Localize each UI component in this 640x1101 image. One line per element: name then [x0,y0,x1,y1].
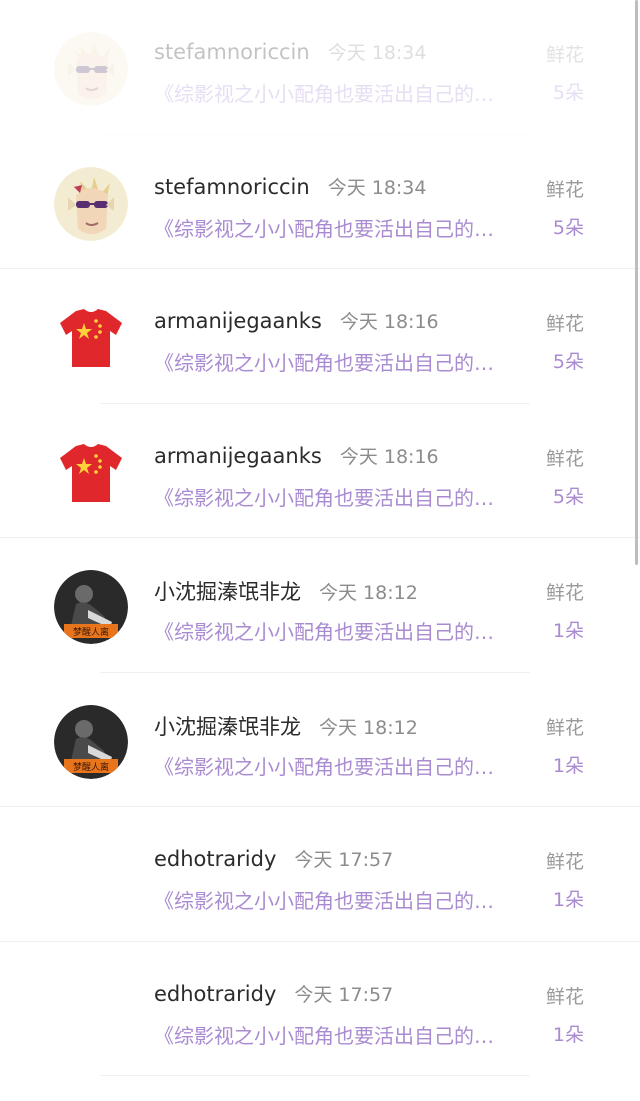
username-text: stefamnoriccin [154,40,310,64]
username: armanijegaanks 今天 18:16 [154,307,439,334]
timestamp: 今天 17:57 [294,849,394,871]
username: edhotraridy 今天 17:57 [154,980,393,1007]
gift-count: 1朵 [552,620,584,642]
red-flag-tshirt-icon[interactable] [54,301,128,375]
list-item[interactable]: edhotraridy 今天 17:57 《综影视之小小配角也要活出自己的… 鲜花… [0,942,640,1076]
username-text: armanijegaanks [154,443,322,468]
username: stefamnoriccin 今天 18:34 [154,38,426,65]
gift-count: 1朵 [552,754,584,777]
gift-count: 5朵 [552,485,584,508]
username: edhotraridy 今天 17:57 [154,845,393,872]
gift-type-label: 鲜花 [545,985,584,1008]
timestamp: 今天 18:12 [319,582,418,604]
timestamp: 今天 17:57 [294,983,394,1006]
username: stefamnoriccin 今天 18:34 [154,173,426,200]
gift-count: 5朵 [552,351,584,373]
book-title-link[interactable]: 《综影视之小小配角也要活出自己的… [154,1020,494,1049]
gift-type-label: 鲜花 [545,716,584,739]
username-text: edhotraridy [154,981,277,1006]
elf-avatar-icon[interactable] [54,32,128,106]
username-text: stefamnoriccin [154,174,310,199]
timestamp: 今天 18:16 [339,445,439,468]
book-title-link[interactable]: 《综影视之小小配角也要活出自己的… [154,616,494,645]
book-title-link[interactable]: 《综影视之小小配角也要活出自己的… [154,885,494,914]
svg-text:梦醒人离: 梦醒人离 [73,761,109,773]
gift-type-label: 鲜花 [545,447,584,470]
book-title-link[interactable]: 《综影视之小小配角也要活出自己的… [154,751,494,780]
gift-count: 5朵 [552,82,584,104]
row-divider [100,1075,530,1076]
gift-type-label: 鲜花 [545,851,584,873]
username-text: 小沈掘溱氓非龙 [154,580,301,604]
gift-count: 1朵 [552,1023,584,1046]
list-item[interactable]: 梦醒人离 小沈掘溱氓非龙 今天 18:12 《综影视之小小配角也要活出自己的… 鲜… [0,538,640,673]
elf-avatar-icon[interactable] [54,166,128,241]
svg-text:梦醒人离: 梦醒人离 [73,626,109,638]
list-item[interactable]: stefamnoriccin 今天 18:34 《综影视之小小配角也要活出自己的…… [0,135,640,269]
blank-avatar-icon[interactable] [54,839,128,913]
list-item[interactable]: armanijegaanks 今天 18:16 《综影视之小小配角也要活出自己的…… [0,404,640,538]
gift-type-label: 鲜花 [545,44,584,66]
gift-count: 1朵 [552,889,584,911]
username: armanijegaanks 今天 18:16 [154,442,439,469]
timestamp: 今天 18:34 [327,42,427,64]
username: 小沈掘溱氓非龙 今天 18:12 [154,711,418,741]
blank-avatar-icon[interactable] [54,974,128,1048]
gift-type-label: 鲜花 [545,582,584,604]
book-title-link[interactable]: 《综影视之小小配角也要活出自己的… [154,213,494,242]
book-title-link[interactable]: 《综影视之小小配角也要活出自己的… [154,78,494,107]
book-title-link[interactable]: 《综影视之小小配角也要活出自己的… [154,347,494,376]
flower-gift-list: stefamnoriccin 今天 18:34 《综影视之小小配角也要活出自己的…… [0,0,640,1076]
list-item[interactable]: edhotraridy 今天 17:57 《综影视之小小配角也要活出自己的… 鲜花… [0,807,640,942]
gift-type-label: 鲜花 [545,178,584,201]
timestamp: 今天 18:16 [339,311,439,333]
book-title-link[interactable]: 《综影视之小小配角也要活出自己的… [154,482,494,511]
photo-avatar-icon[interactable]: 梦醒人离 [54,704,128,779]
username: 小沈掘溱氓非龙 今天 18:12 [154,576,418,606]
username-text: 小沈掘溱氓非龙 [154,714,301,739]
list-item[interactable]: 梦醒人离 小沈掘溱氓非龙 今天 18:12 《综影视之小小配角也要活出自己的… 鲜… [0,673,640,807]
gift-type-label: 鲜花 [545,313,584,335]
username-text: armanijegaanks [154,309,322,333]
timestamp: 今天 18:34 [327,176,427,199]
list-item[interactable]: stefamnoriccin 今天 18:34 《综影视之小小配角也要活出自己的…… [0,0,640,135]
timestamp: 今天 18:12 [319,716,418,739]
username-text: edhotraridy [154,847,277,871]
scrollbar[interactable] [635,0,638,565]
gift-count: 5朵 [552,216,584,239]
list-item[interactable]: armanijegaanks 今天 18:16 《综影视之小小配角也要活出自己的…… [0,269,640,404]
photo-avatar-icon[interactable]: 梦醒人离 [54,570,128,644]
red-flag-tshirt-icon[interactable] [54,435,128,510]
